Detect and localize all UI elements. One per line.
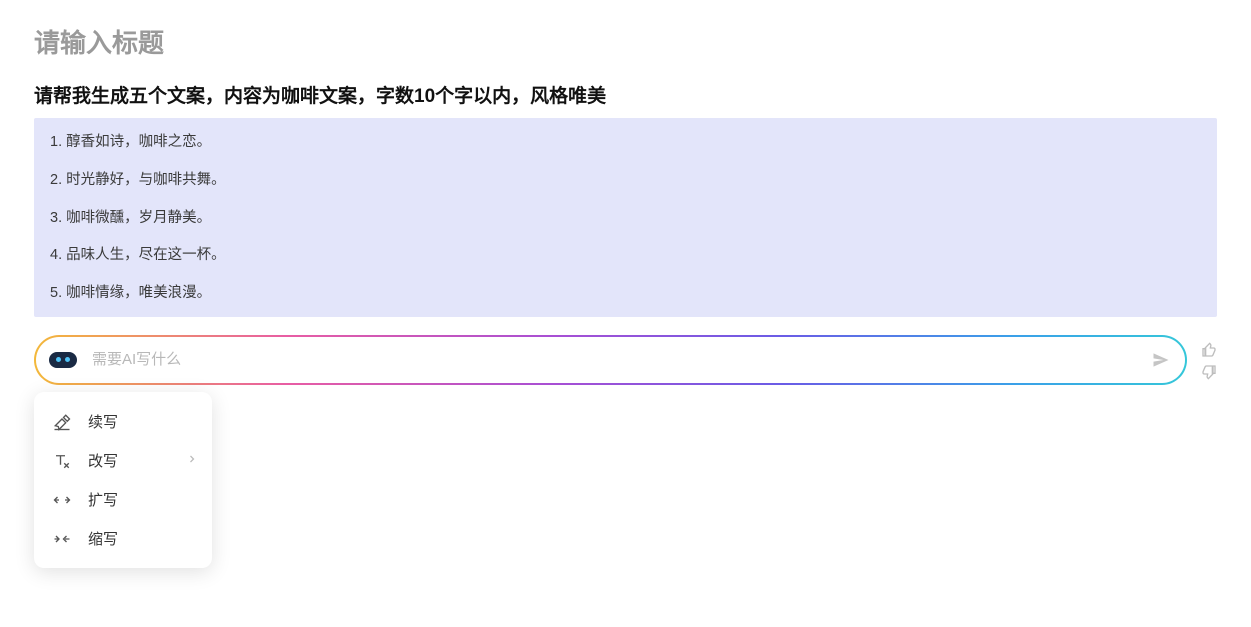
menu-item-shorten[interactable]: 缩写 — [34, 519, 212, 558]
menu-item-rewrite[interactable]: 改写 — [34, 441, 212, 480]
send-icon — [1151, 350, 1171, 370]
response-line: 5. 咖啡情缘，唯美浪漫。 — [50, 283, 1201, 305]
feedback-buttons — [1201, 342, 1217, 380]
menu-item-label: 续写 — [88, 411, 118, 432]
menu-item-expand[interactable]: 扩写 — [34, 480, 212, 519]
thumbs-up-button[interactable] — [1201, 342, 1217, 358]
menu-item-label: 缩写 — [88, 528, 118, 549]
menu-item-label: 扩写 — [88, 489, 118, 510]
thumbs-down-button[interactable] — [1201, 364, 1217, 380]
response-line: 4. 品味人生，尽在这一杯。 — [50, 245, 1201, 267]
response-line: 1. 醇香如诗，咖啡之恋。 — [50, 132, 1201, 154]
ai-response-box: 1. 醇香如诗，咖啡之恋。 2. 时光静好，与咖啡共舞。 3. 咖啡微醺，岁月静… — [34, 118, 1217, 317]
action-menu: 续写 改写 扩写 缩写 — [34, 392, 212, 568]
pen-icon — [52, 412, 72, 432]
collapse-icon — [52, 529, 72, 549]
text-clear-icon — [52, 451, 72, 471]
send-button[interactable] — [1151, 350, 1171, 370]
user-prompt: 请帮我生成五个文案，内容为咖啡文案，字数10个字以内，风格唯美 — [34, 81, 1217, 108]
chat-input-container — [34, 335, 1187, 385]
menu-item-continue-write[interactable]: 续写 — [34, 402, 212, 441]
response-line: 3. 咖啡微醺，岁月静美。 — [50, 208, 1201, 230]
thumbs-down-icon — [1201, 364, 1217, 380]
title-input[interactable] — [34, 28, 1217, 59]
menu-item-label: 改写 — [88, 450, 118, 471]
bot-avatar-icon — [44, 344, 82, 376]
expand-icon — [52, 490, 72, 510]
thumbs-up-icon — [1201, 342, 1217, 358]
response-line: 2. 时光静好，与咖啡共舞。 — [50, 170, 1201, 192]
chevron-right-icon — [186, 452, 198, 469]
chat-input[interactable] — [92, 351, 1141, 368]
